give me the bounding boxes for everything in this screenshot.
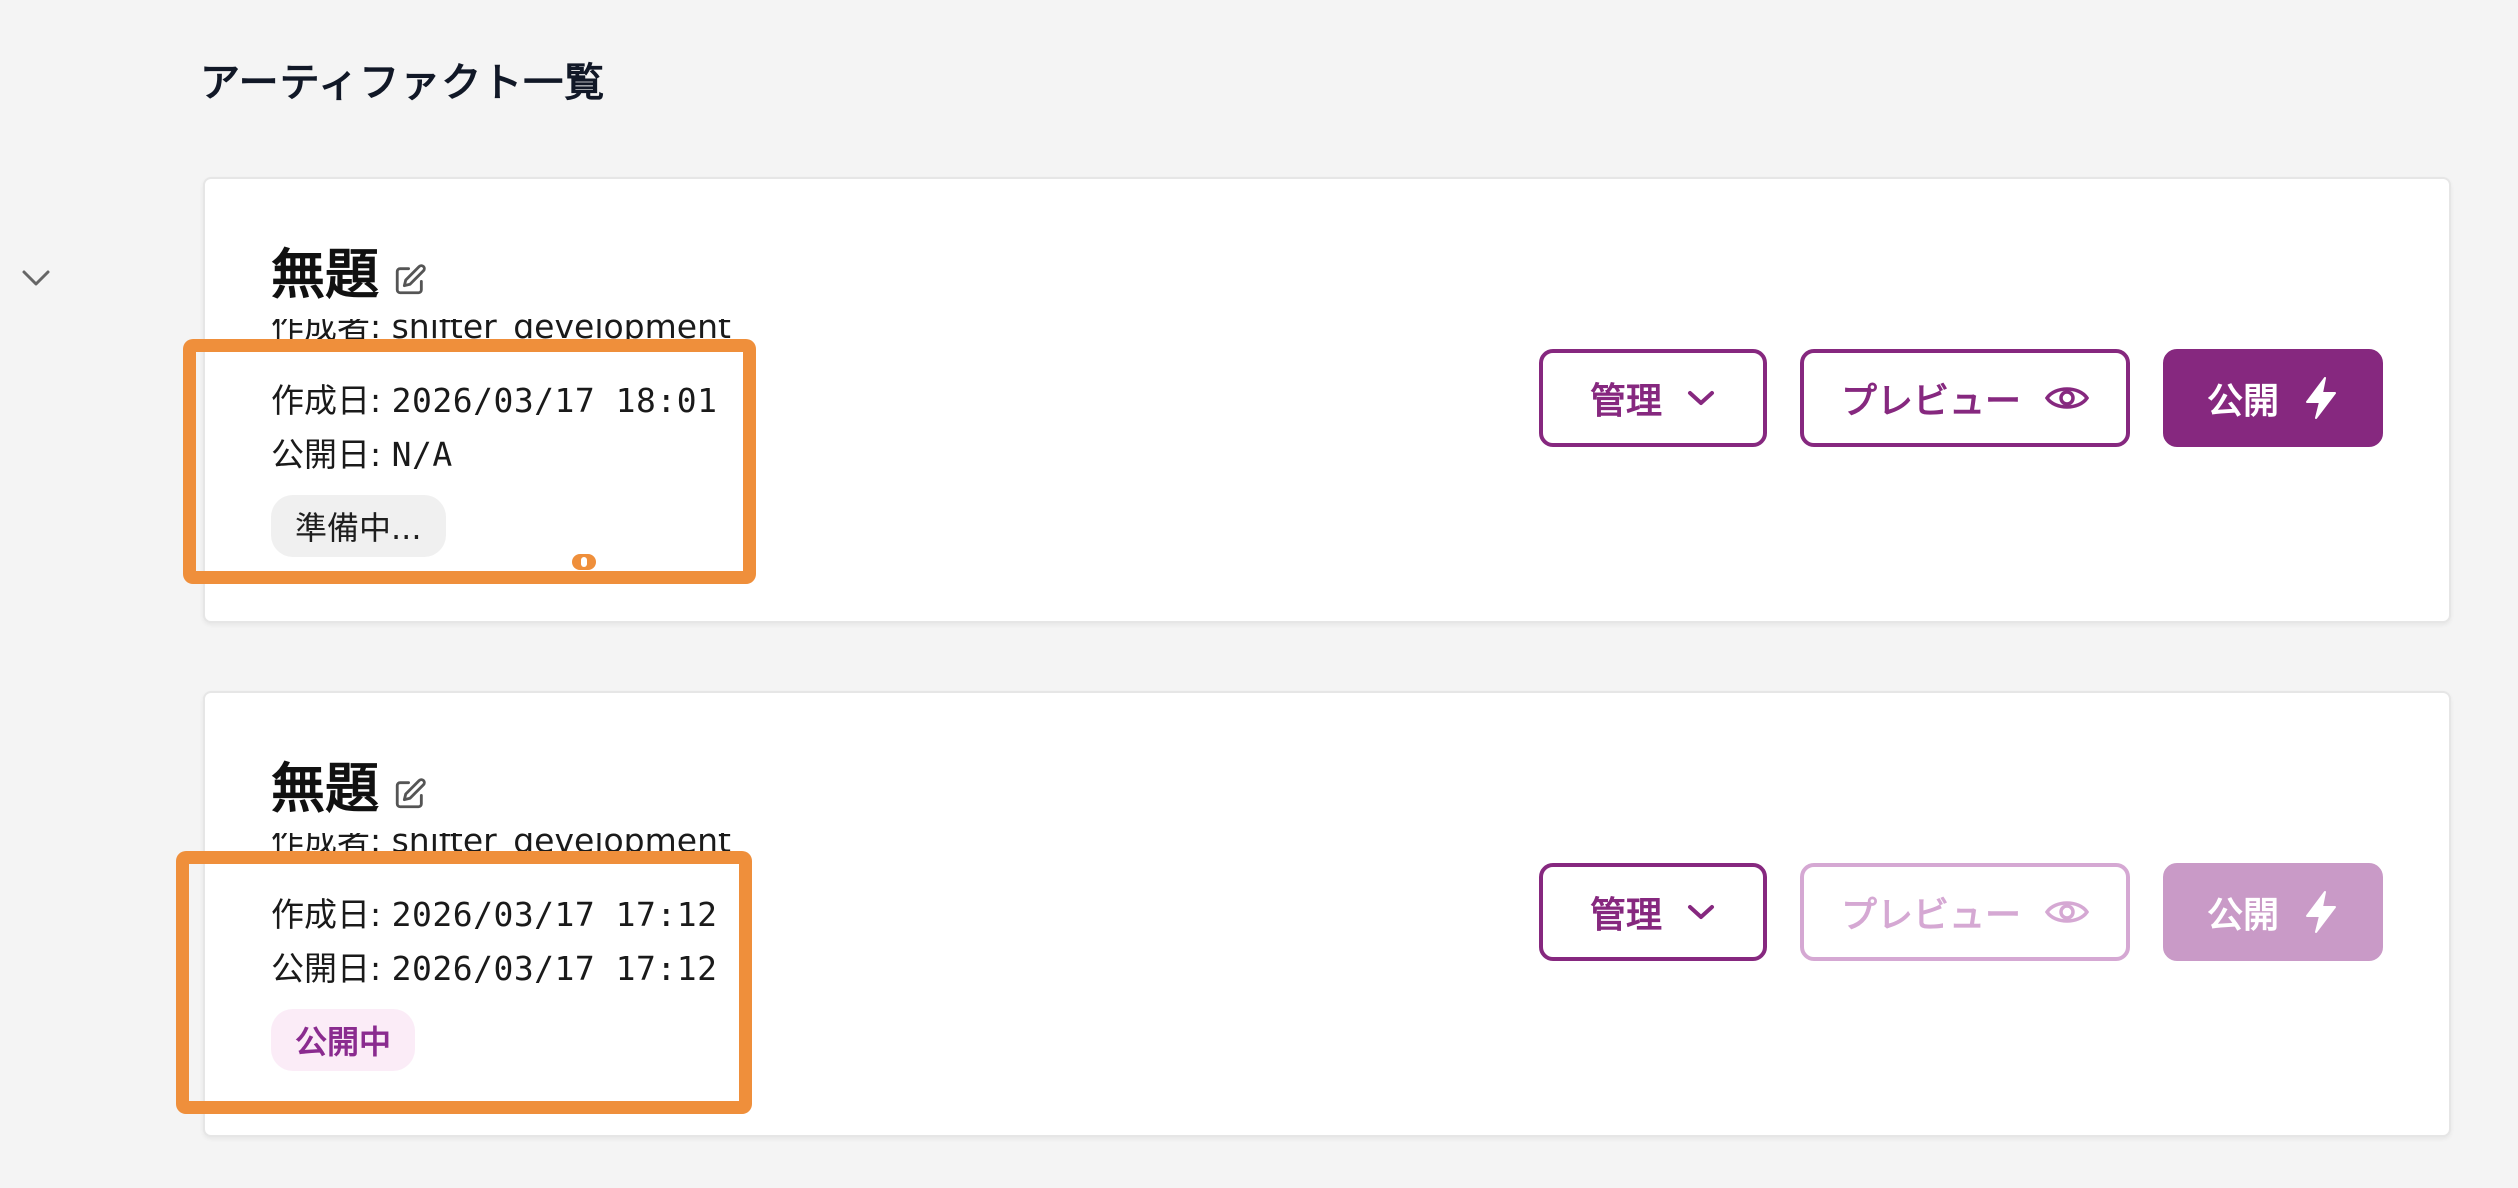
eye-icon: [2045, 387, 2089, 409]
created-label: 作成日:: [271, 381, 392, 420]
edit-icon[interactable]: [393, 263, 427, 297]
artifact-title: 無題: [271, 757, 379, 820]
artifact-title: 無題: [271, 243, 379, 306]
manage-button[interactable]: 管理: [1539, 349, 1767, 447]
author-line: 作成者: shifter_development: [271, 833, 731, 860]
published-value: 2026/03/17 17:12: [391, 949, 718, 988]
chevron-down-icon: [1688, 391, 1714, 405]
card-actions: 管理 プレビュー 公開: [1539, 349, 2383, 447]
artifact-card: 無題 作成者: shifter_development 作成日: 2026/03…: [203, 691, 2451, 1137]
lightning-bolt-icon: [2306, 377, 2336, 419]
published-label: 公開日:: [271, 435, 392, 474]
artifact-list-page: アーティファクト一覧 無題 作成者: shifter_development 作…: [0, 0, 2518, 1188]
status-badge: 公開中: [271, 1009, 416, 1071]
page-title: アーティファクト一覧: [200, 60, 606, 106]
artifact-card: 無題 作成者: shifter_development 作成日: 2026/03…: [203, 177, 2451, 623]
chevron-down-icon: [1688, 905, 1714, 919]
manage-button-label: 管理: [1589, 895, 1662, 936]
eye-icon: [2045, 901, 2089, 923]
created-value: 2026/03/17 18:01: [391, 381, 718, 420]
collapse-toggle[interactable]: [20, 262, 52, 294]
chevron-down-icon: [22, 270, 50, 286]
created-label: 作成日:: [271, 895, 392, 934]
manage-button-label: 管理: [1589, 381, 1662, 422]
card-title-row: 無題: [271, 757, 427, 821]
created-date-line: 作成日: 2026/03/17 18:01: [271, 379, 718, 423]
published-date-line: 公開日: N/A: [271, 433, 453, 477]
publish-button[interactable]: 公開: [2163, 349, 2383, 447]
published-label: 公開日:: [271, 949, 392, 988]
preview-button[interactable]: プレビュー: [1800, 349, 2130, 447]
edit-icon[interactable]: [393, 777, 427, 811]
publish-button[interactable]: 公開: [2163, 863, 2383, 961]
preview-button[interactable]: プレビュー: [1800, 863, 2130, 961]
lightning-bolt-icon: [2306, 891, 2336, 933]
manage-button[interactable]: 管理: [1539, 863, 1767, 961]
preview-button-label: プレビュー: [1840, 381, 2021, 422]
preview-button-label: プレビュー: [1840, 895, 2021, 936]
created-date-line: 作成日: 2026/03/17 17:12: [271, 893, 718, 937]
card-actions: 管理 プレビュー 公開: [1539, 863, 2383, 961]
publish-button-label: 公開: [2206, 895, 2279, 936]
created-value: 2026/03/17 17:12: [391, 895, 718, 934]
card-title-row: 無題: [271, 243, 427, 307]
publish-button-label: 公開: [2206, 381, 2279, 422]
published-value: N/A: [391, 435, 453, 474]
author-line: 作成者: shifter_development: [271, 319, 731, 346]
resize-handle[interactable]: [572, 554, 596, 570]
published-date-line: 公開日: 2026/03/17 17:12: [271, 947, 718, 991]
author-line-clip: 作成者: shifter_development: [271, 319, 731, 351]
author-line-clip: 作成者: shifter_development: [271, 833, 731, 865]
status-badge: 準備中...: [271, 495, 446, 557]
